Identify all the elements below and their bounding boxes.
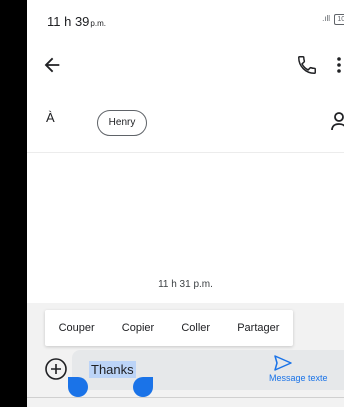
signal-icon: .ıll (322, 14, 331, 23)
text-selection-menu: Couper Copier Coller Partager (45, 310, 293, 346)
menu-paste[interactable]: Coller (181, 322, 210, 334)
menu-share[interactable]: Partager (237, 322, 279, 334)
send-button[interactable]: Message texte (269, 355, 344, 385)
add-attachment-button[interactable] (44, 357, 68, 381)
status-time-value: 11 h 39 (47, 14, 90, 29)
recipient-chip[interactable]: Henry (97, 110, 147, 136)
app-bar (27, 40, 344, 92)
more-vert-icon (337, 57, 341, 73)
selection-handle-end[interactable] (133, 377, 153, 397)
message-timestamp: 11 h 31 p.m. (158, 279, 213, 290)
menu-copy[interactable]: Copier (122, 322, 154, 334)
menu-cut[interactable]: Couper (59, 322, 95, 334)
arrow-left-icon (44, 57, 60, 73)
status-icons: .ıll 100 (322, 14, 344, 25)
to-label: À (46, 110, 55, 125)
send-icon (274, 355, 292, 371)
more-options-button[interactable] (335, 54, 344, 76)
plus-circle-icon (45, 358, 67, 380)
person-add-icon (331, 112, 344, 131)
send-label: Message texte (269, 373, 328, 383)
phone-icon (298, 56, 316, 74)
status-bar: 11 h 39p.m. .ıll 100 (27, 0, 344, 40)
status-time-ampm: p.m. (90, 19, 106, 28)
selected-text: Thanks (89, 361, 136, 378)
back-button[interactable] (41, 54, 63, 76)
status-time: 11 h 39p.m. (47, 14, 106, 29)
messages-screen: 11 h 39p.m. .ıll 100 À Henry (27, 0, 344, 407)
recipient-row: À Henry (27, 96, 344, 153)
add-contact-button[interactable] (331, 110, 344, 132)
selection-handle-start[interactable] (68, 377, 88, 397)
bottom-divider (27, 397, 344, 398)
call-button[interactable] (296, 54, 318, 76)
battery-icon: 100 (334, 14, 344, 25)
message-input[interactable]: Thanks (89, 361, 136, 378)
